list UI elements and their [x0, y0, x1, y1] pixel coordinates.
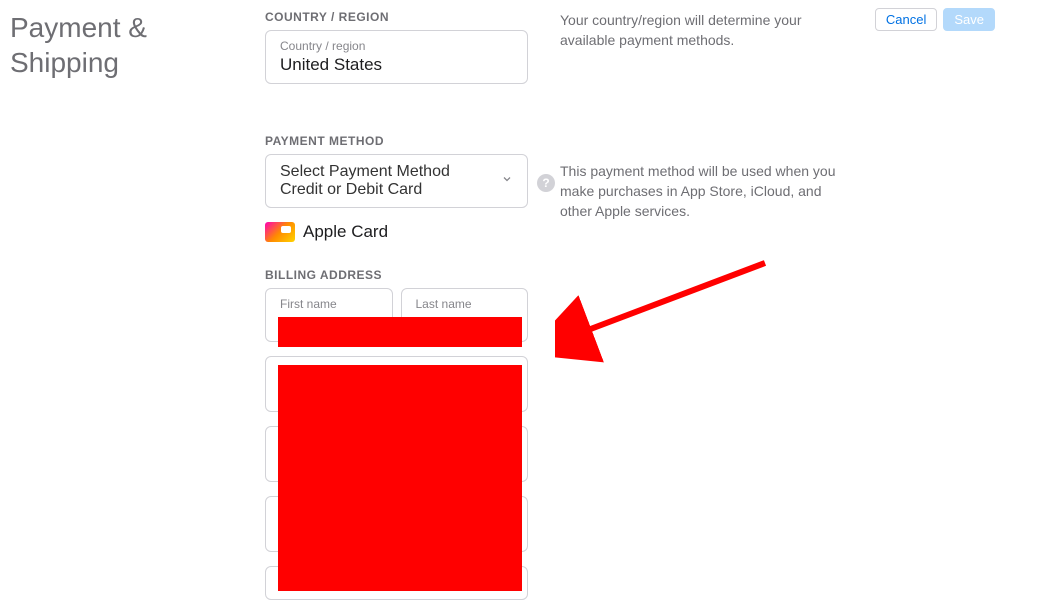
country-region-label: COUNTRY / REGION [265, 10, 528, 24]
apple-card-label: Apple Card [303, 222, 388, 242]
payment-method-block: PAYMENT METHOD Select Payment Method Cre… [265, 134, 528, 208]
payment-method-select[interactable]: Select Payment Method Credit or Debit Ca… [265, 154, 528, 208]
country-region-block: COUNTRY / REGION Country / region United… [265, 10, 528, 84]
country-region-value: United States [280, 55, 513, 75]
first-name-label: First name [280, 297, 378, 311]
page-title-line1: Payment & [10, 12, 147, 43]
apple-card-icon [265, 222, 295, 242]
cancel-button[interactable]: Cancel [875, 8, 937, 31]
billing-address-label: BILLING ADDRESS [265, 268, 528, 282]
help-column: Your country/region will determine your … [560, 10, 850, 221]
save-button[interactable]: Save [943, 8, 995, 31]
country-region-select[interactable]: Country / region United States [265, 30, 528, 84]
country-region-mini-label: Country / region [280, 39, 513, 53]
country-help-text: Your country/region will determine your … [560, 10, 850, 51]
annotation-arrow [555, 253, 785, 363]
payment-method-label: PAYMENT METHOD [265, 134, 528, 148]
page-title: Payment & Shipping [10, 10, 147, 80]
action-buttons: Cancel Save [875, 8, 995, 31]
payment-method-value: Credit or Debit Card [280, 181, 513, 199]
redaction-block [278, 365, 522, 591]
last-name-label: Last name [416, 297, 514, 311]
payment-method-mini-label: Select Payment Method [280, 163, 513, 181]
chevron-down-icon [501, 172, 513, 190]
page-title-line2: Shipping [10, 47, 119, 78]
help-icon[interactable]: ? [537, 174, 555, 192]
apple-card-option[interactable]: Apple Card [265, 222, 528, 242]
payment-help-text: This payment method will be used when yo… [560, 161, 850, 222]
redaction-block [278, 317, 522, 347]
